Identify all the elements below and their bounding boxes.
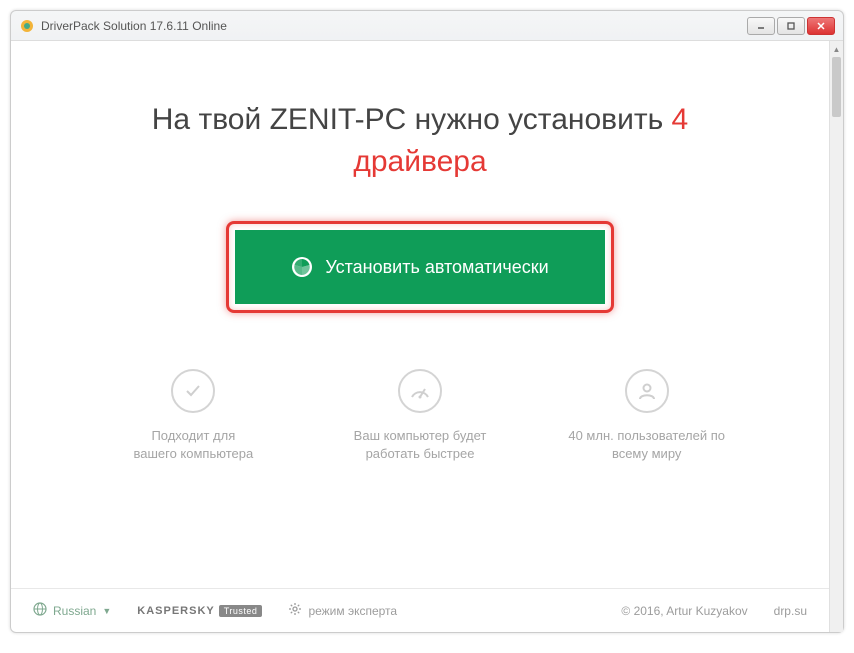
language-selector[interactable]: Russian ▼ <box>33 602 111 619</box>
feature-users: 40 млн. пользователей по всему миру <box>533 369 760 463</box>
language-label: Russian <box>53 604 96 618</box>
headline-count: 4 <box>672 103 689 136</box>
expert-mode-button[interactable]: режим эксперта <box>288 602 397 619</box>
feature-label: Подходит для вашего компьютера <box>94 427 293 463</box>
minimize-button[interactable] <box>747 17 775 35</box>
feature-label: Ваш компьютер будет работать быстрее <box>321 427 520 463</box>
maximize-button[interactable] <box>777 17 805 35</box>
chevron-down-icon: ▼ <box>102 606 111 616</box>
scrollbar-thumb[interactable] <box>832 57 841 117</box>
content-area: На твой ZENIT-PC нужно установить 4 драй… <box>11 41 829 632</box>
feature-compatible: Подходит для вашего компьютера <box>80 369 307 463</box>
close-button[interactable] <box>807 17 835 35</box>
trusted-badge: Trusted <box>219 605 263 617</box>
gauge-icon <box>398 369 442 413</box>
install-button-label: Установить автоматически <box>325 257 548 278</box>
globe-icon <box>33 602 47 619</box>
expert-mode-label: режим эксперта <box>308 604 397 618</box>
app-window: DriverPack Solution 17.6.11 Online На тв… <box>10 10 844 633</box>
headline-text-suffix: драйвера <box>353 145 486 178</box>
footer: Russian ▼ KASPERSKY Trusted режим экспер… <box>11 588 829 632</box>
user-icon <box>625 369 669 413</box>
feature-faster: Ваш компьютер будет работать быстрее <box>307 369 534 463</box>
check-icon <box>171 369 215 413</box>
kaspersky-trusted-badge: KASPERSKY Trusted <box>137 605 262 617</box>
window-controls <box>747 17 835 35</box>
app-icon <box>19 18 35 34</box>
install-automatically-button[interactable]: Установить автоматически <box>235 230 604 304</box>
features-row: Подходит для вашего компьютера Ваш компь… <box>80 369 760 463</box>
scrollbar[interactable]: ▲ <box>829 41 843 632</box>
install-highlight-frame: Установить автоматически <box>226 221 613 313</box>
kaspersky-brand-text: KASPERSKY <box>137 605 214 617</box>
feature-label: 40 млн. пользователей по всему миру <box>547 427 746 463</box>
headline-text-prefix: На твой ZENIT-PC нужно установить <box>152 103 672 136</box>
copyright-text: © 2016, Artur Kuzyakov <box>621 604 747 618</box>
main-panel: На твой ZENIT-PC нужно установить 4 драй… <box>11 41 829 588</box>
titlebar: DriverPack Solution 17.6.11 Online <box>11 11 843 41</box>
window-title: DriverPack Solution 17.6.11 Online <box>41 19 747 33</box>
install-icon <box>291 256 313 278</box>
scroll-up-arrow-icon[interactable]: ▲ <box>830 41 843 57</box>
headline: На твой ZENIT-PC нужно установить 4 драй… <box>152 99 688 183</box>
gear-icon <box>288 602 302 619</box>
site-link[interactable]: drp.su <box>774 604 807 618</box>
